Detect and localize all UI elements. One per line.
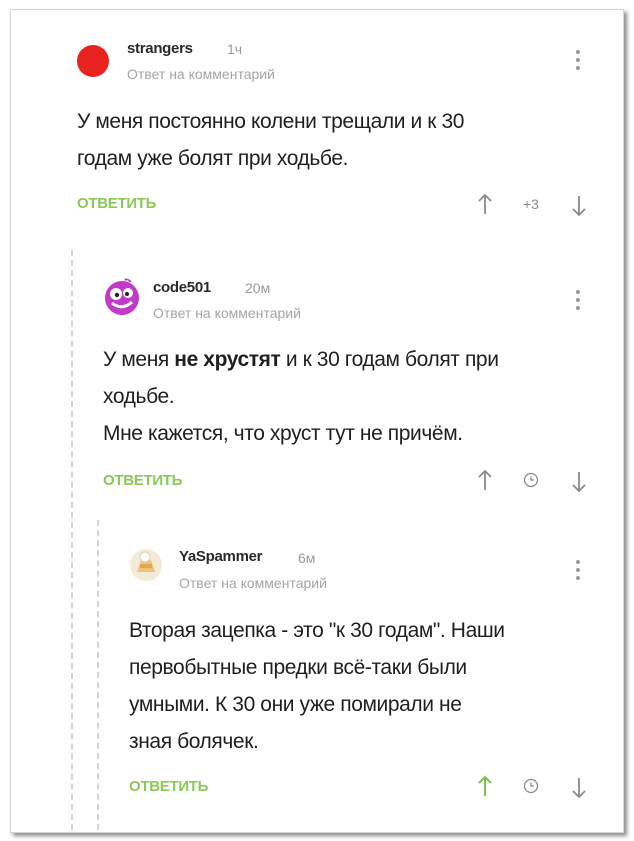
arrow-down-icon[interactable] — [571, 470, 587, 494]
comment-text-line: первобытные предки всё-таки были — [129, 656, 467, 679]
comment-text-line: Вторая зацепка - это "к 30 годам". Наши — [129, 619, 505, 642]
comment-text-line: Мне кажется, что хруст тут не причём. — [103, 422, 463, 445]
reply-to-label[interactable]: Ответ на комментарий — [127, 66, 275, 82]
menu-dots-icon[interactable] — [576, 290, 582, 314]
arrow-down-icon[interactable] — [571, 776, 587, 800]
comment-text: Вторая зацепка - это "к 30 годам". Наши … — [129, 612, 609, 760]
bold-text: не хрустят — [174, 348, 281, 371]
reply-to-label[interactable]: Ответ на комментарий — [179, 575, 327, 591]
comment-username[interactable]: strangers — [127, 40, 193, 57]
comment-text-line: У меня не хрустят и к 30 годам болят при — [103, 341, 603, 378]
avatar[interactable] — [77, 45, 109, 77]
comment-strangers: strangers 1ч Ответ на комментарий У меня… — [11, 10, 623, 230]
comment-text-line: ходьбе. — [103, 385, 175, 408]
text-part: У меня — [103, 348, 175, 371]
reply-button[interactable]: ОТВЕТИТЬ — [103, 472, 182, 489]
comment-yaspammer: YaSpammer 6м Ответ на комментарий Вторая… — [11, 520, 623, 820]
comment-text: У меня постоянно колени трещали и к 30 г… — [77, 103, 597, 177]
reply-button[interactable]: ОТВЕТИТЬ — [129, 778, 208, 795]
menu-dots-icon[interactable] — [576, 50, 582, 74]
reply-to-label[interactable]: Ответ на комментарий — [153, 305, 301, 321]
arrow-up-icon[interactable] — [477, 468, 493, 492]
clock-icon — [523, 472, 539, 488]
comment-text-line: годам уже болят при ходьбе. — [77, 147, 349, 170]
avatar[interactable] — [103, 278, 141, 316]
arrow-up-icon[interactable] — [477, 774, 493, 798]
comment-time: 20м — [245, 280, 271, 296]
comment-time: 6м — [298, 550, 316, 566]
avatar[interactable] — [129, 548, 163, 582]
comment-text-line: У меня постоянно колени трещали и к 30 — [77, 110, 465, 133]
reply-button[interactable]: ОТВЕТИТЬ — [77, 195, 156, 212]
comment-username[interactable]: YaSpammer — [179, 548, 262, 565]
comment-text-line: умными. К 30 они уже помирали не — [129, 693, 462, 716]
rating-counter: +3 — [523, 196, 539, 212]
arrow-down-icon[interactable] — [571, 194, 587, 218]
comment-username[interactable]: code501 — [153, 279, 211, 296]
comment-time: 1ч — [227, 41, 243, 57]
clock-icon — [523, 778, 539, 794]
comment-code501: code501 20м Ответ на комментарий У меня … — [11, 250, 623, 510]
text-part: и к 30 годам болят при — [280, 348, 499, 371]
screenshot-frame: strangers 1ч Ответ на комментарий У меня… — [10, 9, 624, 833]
arrow-up-icon[interactable] — [477, 192, 493, 216]
comment-text-line: зная болячек. — [129, 730, 259, 753]
comment-text: У меня не хрустят и к 30 годам болят при… — [103, 341, 603, 452]
menu-dots-icon[interactable] — [576, 560, 582, 584]
